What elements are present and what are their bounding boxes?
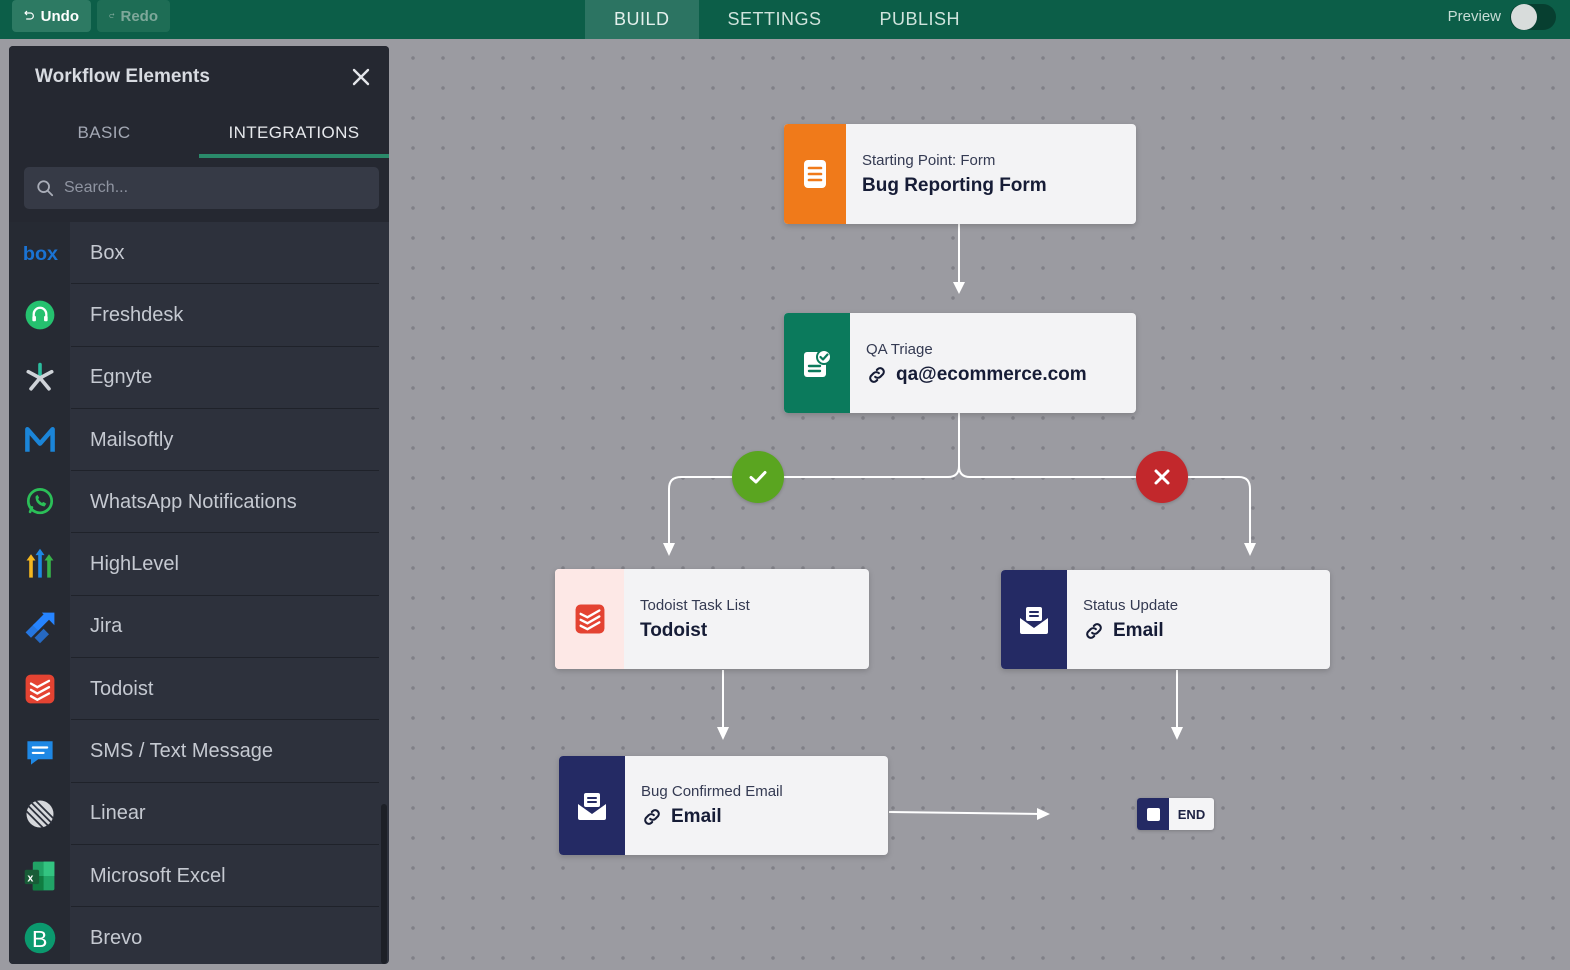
node-title: Todoist — [640, 619, 708, 641]
list-item-label: Mailsoftly — [90, 428, 174, 451]
approval-check-icon — [804, 349, 832, 377]
node-status-update[interactable]: Status Update Email — [1001, 570, 1330, 669]
connector-confirmed-to-end — [888, 811, 1044, 815]
end-node[interactable]: END — [1137, 798, 1214, 830]
search-bar — [9, 158, 389, 222]
list-item-label: Box — [90, 241, 125, 264]
panel-header: Workflow Elements — [9, 46, 389, 107]
node-starting-point-form[interactable]: Starting Point: Form Bug Reporting Form — [784, 124, 1136, 224]
arrowhead-status — [1244, 543, 1256, 556]
excel-logo-icon: x — [24, 861, 54, 891]
list-item-label: SMS / Text Message — [90, 740, 274, 763]
sms-chat-icon — [26, 740, 53, 765]
arrowhead-todoist — [663, 543, 675, 556]
list-item-label: WhatsApp Notifications — [90, 490, 297, 513]
stop-icon — [1137, 798, 1169, 830]
search-icon — [37, 180, 54, 197]
close-icon — [1154, 469, 1170, 485]
list-item-jira[interactable]: Jira — [9, 595, 389, 659]
svg-text:box: box — [22, 243, 57, 265]
tab-basic[interactable]: BASIC — [9, 107, 199, 158]
todoist-logo-icon — [25, 674, 54, 704]
link-icon — [869, 366, 885, 383]
node-subtitle: Todoist Task List — [640, 596, 750, 614]
jira-logo-icon — [25, 612, 54, 644]
panel-scrollbar[interactable] — [381, 804, 387, 964]
panel-title: Workflow Elements — [35, 65, 210, 87]
form-document-icon — [804, 160, 826, 188]
node-qa-triage[interactable]: QA Triage qa@ecommerce.com — [784, 313, 1136, 413]
brevo-b-icon: B — [24, 923, 55, 954]
list-item-whatsapp[interactable]: WhatsApp Notifications — [9, 471, 389, 534]
workflow-elements-panel: Workflow Elements BASIC INTEGRATIONS box… — [9, 46, 389, 964]
node-title: Email — [1113, 620, 1164, 641]
node-subtitle: Starting Point: Form — [862, 151, 996, 169]
connector-triage-split — [668, 413, 960, 549]
svg-text:B: B — [31, 926, 47, 952]
node-subtitle: QA Triage — [866, 340, 933, 358]
list-item-label: Jira — [90, 615, 123, 638]
list-item-freshdesk[interactable]: Freshdesk — [9, 284, 389, 347]
connector-triage-to-status — [958, 465, 1251, 549]
arrowhead-end-from-confirmed — [1037, 808, 1050, 820]
list-item-todoist[interactable]: Todoist — [9, 658, 389, 721]
rejected-branch-badge[interactable] — [1136, 451, 1188, 503]
list-item-box[interactable]: box Box — [9, 222, 389, 285]
list-item-sms[interactable]: SMS / Text Message — [9, 720, 389, 783]
search-box — [24, 167, 379, 209]
integration-list: box Box Freshdesk Egnyte Mailsoftly What… — [9, 222, 389, 964]
whatsapp-icon — [26, 488, 53, 515]
close-icon[interactable] — [351, 67, 371, 87]
approved-branch-badge[interactable] — [732, 451, 784, 503]
node-bug-confirmed-email[interactable]: Bug Confirmed Email Email — [559, 756, 888, 855]
tab-integrations[interactable]: INTEGRATIONS — [199, 107, 389, 158]
list-item-label: Linear — [90, 802, 146, 825]
todoist-logo-icon — [575, 604, 604, 634]
list-item-label: Brevo — [90, 926, 143, 949]
email-envelope-icon — [1020, 606, 1048, 634]
list-item-linear[interactable]: Linear — [9, 782, 389, 846]
list-item-label: HighLevel — [90, 553, 179, 576]
mailsoftly-m-icon — [24, 426, 55, 452]
linear-logo-icon — [25, 799, 54, 828]
node-todoist-task-list[interactable]: Todoist Task List Todoist — [555, 569, 869, 669]
end-label: END — [1177, 806, 1206, 822]
email-envelope-icon — [578, 792, 606, 820]
list-item-egnyte[interactable]: Egnyte — [9, 346, 389, 410]
list-item-label: Todoist — [90, 677, 154, 700]
node-title: qa@ecommerce.com — [896, 363, 1087, 385]
checkmark-icon — [749, 471, 767, 484]
search-input[interactable] — [64, 179, 367, 197]
node-subtitle: Bug Confirmed Email — [641, 783, 783, 800]
highlevel-arrows-icon — [26, 548, 53, 578]
box-logo-icon: box — [22, 243, 57, 265]
node-subtitle: Status Update — [1083, 597, 1179, 614]
list-item-excel[interactable]: x Microsoft Excel — [9, 844, 389, 908]
link-icon — [1086, 623, 1102, 639]
arrowhead-end-from-status — [1171, 727, 1183, 740]
node-title: Bug Reporting Form — [862, 174, 1047, 196]
arrowhead-triage — [953, 282, 965, 294]
link-icon — [644, 809, 660, 825]
arrowhead-confirmed — [717, 727, 729, 740]
panel-tabs: BASIC INTEGRATIONS — [9, 107, 389, 158]
list-item-mailsoftly[interactable]: Mailsoftly — [9, 408, 389, 472]
list-item-label: Freshdesk — [90, 303, 184, 326]
list-item-highlevel[interactable]: HighLevel — [9, 533, 389, 597]
freshdesk-headset-icon — [25, 301, 54, 330]
list-item-label: Egnyte — [90, 366, 153, 389]
list-item-brevo[interactable]: B Brevo — [9, 907, 389, 964]
egnyte-logo-icon — [26, 362, 53, 391]
svg-text:x: x — [27, 873, 33, 885]
node-title: Email — [671, 806, 722, 827]
list-item-label: Microsoft Excel — [90, 864, 226, 887]
